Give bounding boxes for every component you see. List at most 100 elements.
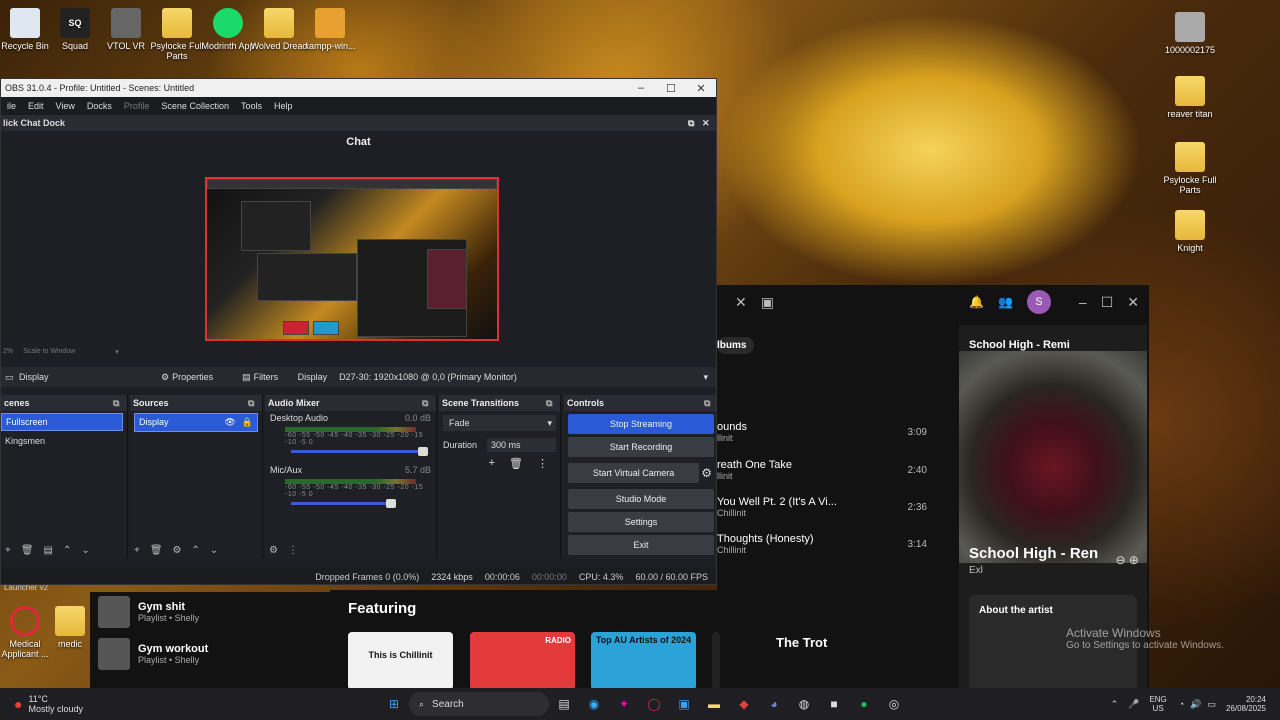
minimize-icon[interactable]: – (626, 82, 656, 94)
friend-activity-icon[interactable]: 👥 (998, 295, 1013, 309)
image-file-icon[interactable]: 1000002175 (1157, 12, 1223, 55)
featured-card[interactable]: Top AU Artists of 2024 (591, 632, 696, 690)
volume-icon[interactable]: 🔊 (1190, 699, 1201, 710)
featured-card[interactable]: This is Chillinit (348, 632, 453, 690)
copilot-icon[interactable]: ✦ (614, 694, 634, 714)
chevron-up-icon[interactable]: ⌃ (1111, 699, 1119, 710)
eye-icon[interactable]: 👁 (224, 417, 235, 428)
scale-dropdown[interactable]: Scale to Window (23, 348, 75, 356)
folder-icon[interactable]: Knight (1157, 210, 1223, 253)
discord-icon[interactable]: ◕ (764, 694, 784, 714)
trash-icon[interactable]: 🗑 (21, 545, 34, 556)
playlist-item[interactable]: Gym shit Playlist • Shelly (98, 596, 199, 628)
transition-select[interactable]: Fade ▾ (443, 415, 556, 431)
trash-icon[interactable]: 🗑 (150, 545, 163, 556)
close-icon[interactable]: ✕ (1127, 294, 1139, 311)
filter-icon[interactable]: ▤ (44, 545, 53, 556)
windows-start-icon[interactable]: ⊞ (384, 694, 404, 714)
friends-icon[interactable]: ▣ (761, 294, 774, 311)
trash-icon[interactable]: 🗑 (509, 457, 523, 470)
add-icon[interactable]: + (134, 545, 140, 556)
stop-streaming-button[interactable]: Stop Streaming (568, 414, 714, 434)
maximize-icon[interactable]: ☐ (1101, 294, 1114, 311)
search-box[interactable]: ⌕ Search (409, 692, 549, 716)
properties-button[interactable]: Properties (172, 372, 232, 382)
more-icon[interactable]: ⋮ (537, 457, 548, 470)
exit-button[interactable]: Exit (568, 535, 714, 555)
wifi-icon[interactable]: ◔ (1179, 699, 1184, 709)
menu-edit[interactable]: Edit (22, 101, 50, 111)
battery-icon[interactable]: ▭ (1207, 699, 1216, 710)
filters-button[interactable]: Filters (254, 372, 284, 382)
folder-icon[interactable]: reaver titan (1157, 76, 1223, 119)
app-icon[interactable]: ◆ (734, 694, 754, 714)
duration-field[interactable]: 300 ms (487, 438, 556, 452)
obs-icon[interactable]: ◎ (884, 694, 904, 714)
menu-profile[interactable]: Profile (118, 101, 156, 111)
menu-scene-collection[interactable]: Scene Collection (155, 101, 235, 111)
spotify-icon[interactable]: ● (854, 694, 874, 714)
clock[interactable]: 20:24 26/08/2025 (1226, 695, 1266, 713)
menu-file[interactable]: ile (1, 101, 22, 111)
bell-icon[interactable]: 🔔 (969, 295, 984, 309)
edge-icon[interactable]: ◉ (584, 694, 604, 714)
undock-icon[interactable]: ⧉ (688, 118, 702, 129)
start-virtual-camera-button[interactable]: Start Virtual Camera (568, 463, 700, 483)
weather-widget[interactable]: ● 11°C Mostly cloudy (14, 694, 354, 714)
close-icon[interactable]: ✕ (686, 82, 716, 95)
undock-icon[interactable]: ⧉ (422, 398, 436, 409)
chevron-up-icon[interactable]: ⌃ (192, 545, 200, 556)
task-view-icon[interactable]: ▤ (554, 694, 574, 714)
undock-icon[interactable]: ⧉ (546, 398, 560, 409)
add-icon[interactable]: + (5, 545, 11, 556)
folder-icon[interactable]: Psylocke Full Parts (1157, 142, 1223, 195)
steam-icon[interactable]: ◍ (794, 694, 814, 714)
track-row[interactable]: Thoughts (Honesty) Chillinit 3:14 (717, 533, 927, 555)
language-indicator[interactable]: ENG US (1149, 695, 1166, 713)
avatar[interactable]: S (1026, 290, 1051, 314)
file-explorer-icon[interactable]: ▬ (704, 694, 724, 714)
add-icon[interactable]: ⊖ ⊕ (1116, 553, 1139, 567)
start-recording-button[interactable]: Start Recording (568, 437, 714, 457)
opera-icon[interactable]: ◯ (644, 694, 664, 714)
chevron-up-icon[interactable]: ⌃ (63, 545, 71, 556)
undock-icon[interactable]: ⧉ (113, 398, 127, 409)
display-select[interactable]: D27-30: 1920x1080 @ 0,0 (Primary Monitor… (339, 372, 703, 382)
minimize-icon[interactable]: – (1079, 294, 1087, 310)
albums-chip[interactable]: lbums (717, 337, 755, 354)
studio-mode-button[interactable]: Studio Mode (568, 489, 714, 509)
maximize-icon[interactable]: ☐ (656, 82, 686, 95)
chevron-down-icon[interactable]: ▾ (703, 372, 708, 383)
store-icon[interactable]: ▣ (674, 694, 694, 714)
undock-icon[interactable]: ⧉ (704, 398, 716, 409)
obs-titlebar[interactable]: OBS 31.0.4 - Profile: Untitled - Scenes:… (1, 79, 716, 97)
volume-slider[interactable] (291, 499, 396, 508)
menu-view[interactable]: View (50, 101, 81, 111)
volume-slider[interactable] (291, 447, 428, 456)
gear-icon[interactable]: ⚙ (173, 545, 182, 556)
playlist-item[interactable]: Gym workout Playlist • Shelly (98, 638, 208, 670)
chevron-down-icon[interactable]: ⌄ (81, 545, 89, 556)
menu-tools[interactable]: Tools (235, 101, 268, 111)
featured-card[interactable] (712, 632, 720, 690)
menu-help[interactable]: Help (268, 101, 299, 111)
add-icon[interactable]: + (489, 457, 495, 470)
mic-icon[interactable]: 🎤 (1128, 699, 1139, 710)
lock-icon[interactable]: 🔒 (242, 417, 253, 428)
featured-card[interactable]: RADIO (470, 632, 575, 690)
gear-icon[interactable]: ⚙ (161, 372, 169, 383)
filter-icon[interactable]: ▤ (242, 372, 251, 383)
scene-item[interactable]: Fullscreen (1, 413, 123, 431)
chevron-down-icon[interactable]: ▾ (115, 348, 119, 356)
xampp-icon[interactable]: xampp-win... (297, 8, 363, 51)
close-icon[interactable]: ✕ (735, 294, 747, 311)
menu-docks[interactable]: Docks (81, 101, 118, 111)
gear-icon[interactable]: ⚙ (269, 545, 278, 556)
gear-icon[interactable]: ⚙ (701, 466, 712, 480)
settings-button[interactable]: Settings (568, 512, 714, 532)
more-icon[interactable]: ⋮ (288, 545, 298, 556)
epic-icon[interactable]: ■ (824, 694, 844, 714)
track-row[interactable]: You Well Pt. 2 (It's A Vi... Chillinit 2:3… (717, 496, 927, 518)
track-row[interactable]: ounds llinit 3:09 (717, 421, 927, 443)
close-icon[interactable]: ✕ (702, 118, 716, 129)
